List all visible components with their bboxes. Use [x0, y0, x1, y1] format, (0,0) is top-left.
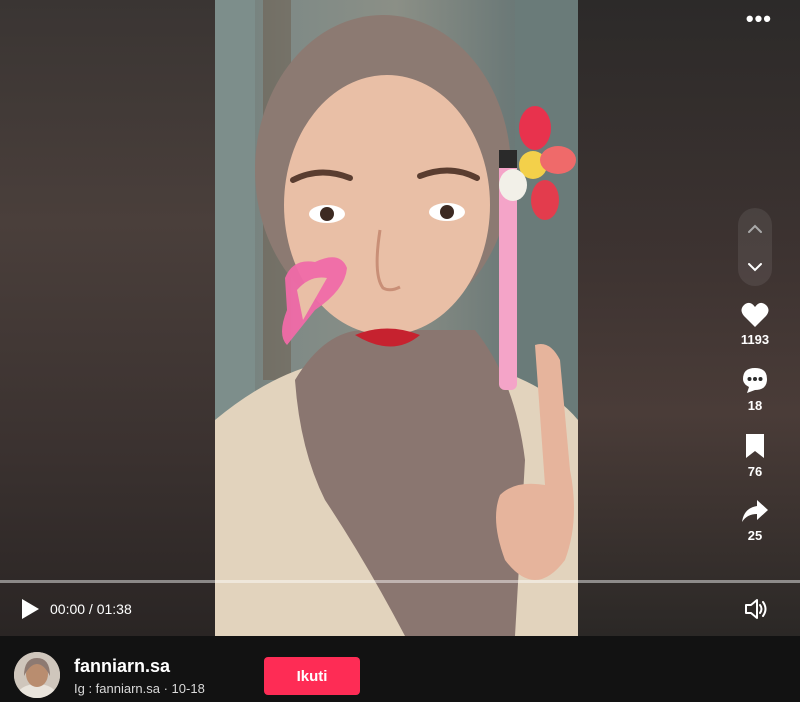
- duration: 01:38: [96, 601, 132, 617]
- video-player[interactable]: ••• 1193 18 76 25 00:00 / 01:38: [0, 0, 800, 636]
- avatar[interactable]: [14, 652, 60, 698]
- chevron-down-icon: [748, 263, 762, 272]
- time-separator: /: [85, 601, 97, 617]
- video-navigation: [738, 208, 772, 286]
- next-video-button[interactable]: [738, 250, 772, 284]
- volume-button[interactable]: [744, 598, 768, 625]
- share-count: 25: [747, 528, 763, 543]
- share-action: 25: [732, 498, 778, 543]
- comment-icon[interactable]: [741, 366, 769, 394]
- bookmark-icon[interactable]: [744, 432, 766, 460]
- save-count: 76: [747, 464, 763, 479]
- avatar-image: [14, 652, 60, 698]
- current-time: 00:00: [50, 601, 86, 617]
- progress-bar[interactable]: [0, 580, 800, 583]
- follow-button[interactable]: Ikuti: [264, 657, 360, 695]
- comment-action: 18: [732, 366, 778, 413]
- video-frame-image: [215, 0, 578, 636]
- like-count: 1193: [740, 332, 770, 347]
- more-icon: •••: [745, 6, 772, 31]
- author-username[interactable]: fanniarn.sa: [74, 656, 170, 677]
- previous-video-button[interactable]: [738, 212, 772, 246]
- heart-icon[interactable]: [741, 302, 769, 328]
- volume-icon: [745, 599, 767, 619]
- comment-count: 18: [747, 398, 763, 413]
- blurred-background-left: [0, 0, 215, 636]
- video-frame[interactable]: [215, 0, 578, 636]
- author-subtitle: Ig : fanniarn.sa · 10-18: [74, 681, 205, 696]
- time-display: 00:00 / 01:38: [50, 601, 132, 617]
- play-button[interactable]: [20, 598, 40, 625]
- share-icon[interactable]: [740, 498, 770, 524]
- play-icon: [22, 599, 39, 619]
- more-options-button[interactable]: •••: [746, 6, 772, 32]
- like-action: 1193: [732, 302, 778, 347]
- save-action: 76: [732, 432, 778, 479]
- chevron-up-icon: [748, 224, 762, 233]
